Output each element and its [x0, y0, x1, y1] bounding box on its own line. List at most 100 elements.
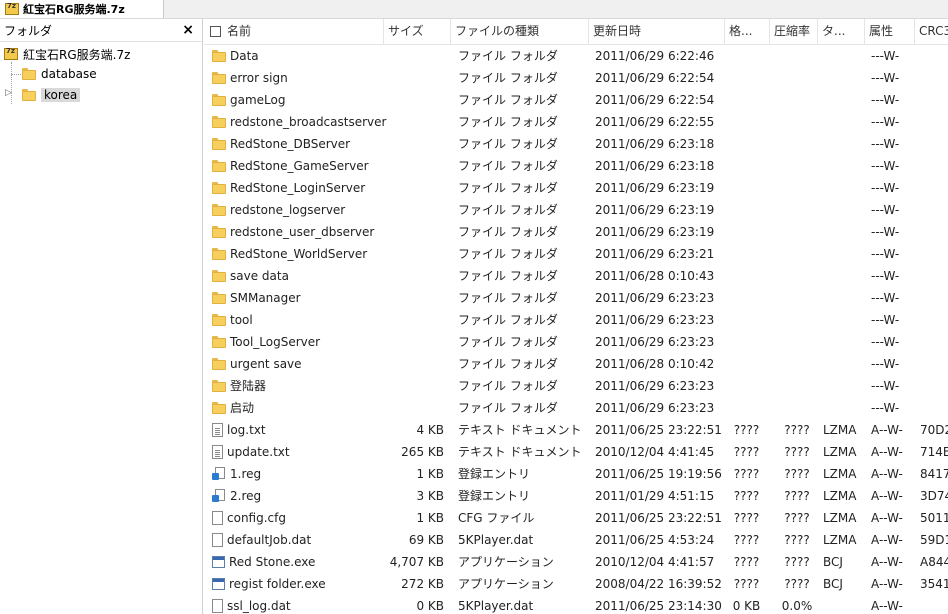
table-row[interactable]: error sign ファイル フォルダ 2011/06/29 6:22:54 ---…	[204, 67, 948, 89]
table-row[interactable]: ssl_log.dat 0 KB 5KPlayer.dat 2011/06/25 23…	[204, 595, 948, 614]
cell-type: 登録エントリ	[458, 489, 531, 503]
cell-attr: ---W-	[871, 401, 900, 415]
cell-size	[388, 155, 448, 177]
table-row[interactable]: Data ファイル フォルダ 2011/06/29 6:22:46 ---W-	[204, 45, 948, 67]
cell-method	[823, 331, 865, 353]
column-header-type[interactable]: ファイルの種類	[451, 19, 589, 44]
cell-modified: 2011/06/28 0:10:43	[595, 269, 715, 283]
cell-size	[388, 287, 448, 309]
table-row[interactable]: update.txt 265 KB テキスト ドキュメント 2010/12/04 4:…	[204, 441, 948, 463]
table-row[interactable]: RedStone_GameServer ファイル フォルダ 2011/06/29 6…	[204, 155, 948, 177]
cell-method	[823, 265, 865, 287]
tree-item-archive[interactable]: 紅宝石RG服务端.7z	[4, 44, 130, 64]
cell-crc	[920, 199, 948, 221]
cell-method	[823, 243, 865, 265]
column-header-attr[interactable]: 属性	[865, 19, 915, 44]
folder-icon	[212, 138, 226, 150]
table-row[interactable]: save data ファイル フォルダ 2011/06/28 0:10:43 ---W…	[204, 265, 948, 287]
table-row[interactable]: regist folder.exe 272 KB アプリケーション 2008/04/2…	[204, 573, 948, 595]
cell-size: 0 KB	[416, 599, 444, 613]
column-header-method[interactable]: タ...	[818, 19, 865, 44]
column-header-modified[interactable]: 更新日時	[589, 19, 725, 44]
cell-packed	[724, 375, 769, 397]
close-icon[interactable]: ×	[182, 23, 194, 37]
tree-item-korea[interactable]: korea	[22, 85, 81, 105]
cell-name: redstone_logserver	[212, 199, 388, 221]
file-name: 2.reg	[230, 489, 262, 503]
cell-crc	[920, 353, 948, 375]
table-row[interactable]: 1.reg 1 KB 登録エントリ 2011/06/25 19:19:56??????…	[204, 463, 948, 485]
table-row[interactable]: log.txt 4 KB テキスト ドキュメント 2011/06/25 23:22:5…	[204, 419, 948, 441]
tab-archive[interactable]: 紅宝石RG服务端.7z	[0, 0, 164, 18]
cell-packed	[724, 155, 769, 177]
table-row[interactable]: RedStone_LoginServer ファイル フォルダ 2011/06/29 …	[204, 177, 948, 199]
table-row[interactable]: defaultJob.dat 69 KB 5KPlayer.dat 2011/06/2…	[204, 529, 948, 551]
cell-type: ファイル フォルダ	[458, 181, 558, 195]
table-row[interactable]: 启动 ファイル フォルダ 2011/06/29 6:23:23 ---W-	[204, 397, 948, 419]
cell-name: log.txt	[212, 419, 388, 441]
column-header-packed[interactable]: 格...	[725, 19, 770, 44]
cell-size: 3 KB	[416, 489, 444, 503]
cell-crc: 59D1	[920, 533, 948, 547]
table-row[interactable]: redstone_broadcastserver ファイル フォルダ 2011/06…	[204, 111, 948, 133]
cell-method	[823, 353, 865, 375]
column-header-crc[interactable]: CRC3	[915, 19, 948, 44]
file-name: save data	[230, 269, 289, 283]
cell-modified: 2011/06/29 6:22:54	[595, 93, 715, 107]
cell-method	[823, 155, 865, 177]
cell-packed	[724, 397, 769, 419]
cell-method	[823, 309, 865, 331]
folder-icon	[212, 50, 226, 62]
tree-item-database[interactable]: database	[22, 64, 97, 84]
cell-crc	[920, 287, 948, 309]
table-row[interactable]: urgent save ファイル フォルダ 2011/06/28 0:10:42 --…	[204, 353, 948, 375]
cell-type: テキスト ドキュメント	[458, 445, 582, 459]
folder-icon	[212, 204, 226, 216]
cell-packed	[724, 177, 769, 199]
file-name: SMManager	[230, 291, 301, 305]
table-row[interactable]: SMManager ファイル フォルダ 2011/06/29 6:23:23 ---W…	[204, 287, 948, 309]
column-header-name[interactable]: 名前	[204, 19, 384, 44]
cell-size	[388, 199, 448, 221]
cell-method	[823, 595, 865, 614]
table-row[interactable]: 2.reg 3 KB 登録エントリ 2011/01/29 4:51:15???????…	[204, 485, 948, 507]
cell-crc	[920, 309, 948, 331]
file-name: config.cfg	[227, 511, 286, 525]
cell-packed	[724, 111, 769, 133]
table-row[interactable]: RedStone_WorldServer ファイル フォルダ 2011/06/29 …	[204, 243, 948, 265]
cell-modified: 2010/12/04 4:41:45	[595, 445, 715, 459]
file-name: urgent save	[230, 357, 302, 371]
cell-packed	[724, 353, 769, 375]
cell-name: regist folder.exe	[212, 573, 388, 595]
cell-crc: 5011	[920, 511, 948, 525]
tab-bar: 紅宝石RG服务端.7z	[0, 0, 948, 19]
cell-attr: A--W-	[871, 445, 903, 459]
tree-item-label: database	[41, 67, 97, 81]
select-all-checkbox[interactable]	[210, 26, 221, 37]
table-row[interactable]: config.cfg 1 KB CFG ファイル 2011/06/25 23:22:5…	[204, 507, 948, 529]
cell-name: RedStone_DBServer	[212, 133, 388, 155]
table-row[interactable]: redstone_logserver ファイル フォルダ 2011/06/29 6:…	[204, 199, 948, 221]
cell-size	[388, 89, 448, 111]
cell-size: 69 KB	[408, 533, 444, 547]
cell-attr: ---W-	[871, 313, 900, 327]
table-row[interactable]: Red Stone.exe 4,707 KB アプリケーション 2010/12/04 …	[204, 551, 948, 573]
cell-name: Data	[212, 45, 388, 67]
cell-name: RedStone_GameServer	[212, 155, 388, 177]
cell-packed: ????	[733, 555, 760, 569]
table-row[interactable]: Tool_LogServer ファイル フォルダ 2011/06/29 6:23:2…	[204, 331, 948, 353]
column-header-size[interactable]: サイズ	[384, 19, 451, 44]
folder-icon	[212, 380, 226, 392]
cell-attr: ---W-	[871, 291, 900, 305]
column-header-ratio[interactable]: 圧縮率	[770, 19, 818, 44]
file-name: gameLog	[230, 93, 286, 107]
folder-icon	[212, 248, 226, 260]
table-row[interactable]: redstone_user_dbserver ファイル フォルダ 2011/06/2…	[204, 221, 948, 243]
cell-size	[388, 133, 448, 155]
table-row[interactable]: 登陆器 ファイル フォルダ 2011/06/29 6:23:23 ---W-	[204, 375, 948, 397]
table-row[interactable]: gameLog ファイル フォルダ 2011/06/29 6:22:54 ---W-	[204, 89, 948, 111]
folder-icon	[22, 68, 36, 80]
table-row[interactable]: tool ファイル フォルダ 2011/06/29 6:23:23 ---W-	[204, 309, 948, 331]
table-row[interactable]: RedStone_DBServer ファイル フォルダ 2011/06/29 6:2…	[204, 133, 948, 155]
chevron-right-icon[interactable]: ▷	[5, 88, 12, 98]
